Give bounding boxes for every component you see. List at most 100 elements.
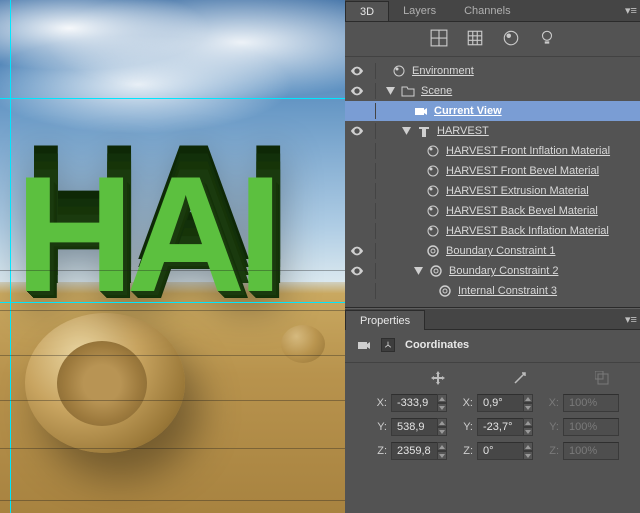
environment-icon (392, 64, 406, 78)
tab-layers[interactable]: Layers (389, 1, 450, 20)
visibility-toggle[interactable] (349, 83, 365, 99)
visibility-toggle[interactable] (349, 123, 365, 139)
axis-label-x: X: (451, 397, 473, 409)
tree-item-constraint[interactable]: Internal Constraint 3 (345, 281, 640, 301)
scale-x-field: 100% (563, 394, 619, 412)
grid-line (0, 400, 345, 401)
disclosure-triangle[interactable] (414, 267, 423, 276)
move-icon (431, 371, 445, 385)
axis-label-z: Z: (365, 445, 387, 457)
text-mesh-icon (417, 124, 431, 138)
guide-vertical[interactable] (10, 0, 11, 513)
camera-icon (414, 104, 428, 118)
stepper-up[interactable] (437, 418, 447, 427)
tree-label: Environment (412, 65, 474, 77)
grid-line (0, 355, 345, 356)
grid-line (0, 270, 345, 271)
tree-label: Boundary Constraint 1 (446, 245, 555, 257)
material-icon (426, 204, 440, 218)
visibility-toggle[interactable] (349, 63, 365, 79)
tree-item-scene[interactable]: Scene (345, 81, 640, 101)
stepper-down[interactable] (437, 451, 447, 460)
axis-label-y: Y: (451, 421, 473, 433)
stepper-down[interactable] (523, 403, 533, 412)
guide-horizontal[interactable] (0, 98, 345, 99)
grid-line (0, 310, 345, 311)
panel-tabs: 3D Layers Channels ▾≡ (345, 0, 640, 22)
filter-scene-icon[interactable] (430, 30, 448, 46)
tab-channels[interactable]: Channels (450, 1, 524, 20)
3d-text-object[interactable]: HAI (15, 140, 275, 329)
visibility-toggle[interactable] (349, 243, 365, 259)
coord-column-icons (345, 363, 640, 389)
visibility-toggle[interactable] (349, 103, 365, 119)
tab-properties[interactable]: Properties (345, 310, 425, 330)
tree-item-material[interactable]: HARVEST Extrusion Material (345, 181, 640, 201)
hay-bale-small (281, 325, 325, 363)
stepper-up[interactable] (437, 394, 447, 403)
material-icon (426, 184, 440, 198)
stepper-down[interactable] (437, 427, 447, 436)
stepper-down[interactable] (437, 403, 447, 412)
rotate-icon (513, 371, 527, 385)
panel-menu-icon[interactable]: ▾≡ (622, 313, 640, 326)
axis-label-x: X: (365, 397, 387, 409)
rotation-y-field[interactable]: -23,7° (477, 418, 533, 436)
document-canvas[interactable]: HAI (0, 0, 345, 513)
material-icon (426, 144, 440, 158)
filter-materials-icon[interactable] (502, 30, 520, 46)
tree-item-environment[interactable]: Environment (345, 61, 640, 81)
axis-label-z: Z: (537, 445, 559, 457)
tree-item-constraint[interactable]: Boundary Constraint 1 (345, 241, 640, 261)
panels-column: 3D Layers Channels ▾≡ Environment Scene … (345, 0, 640, 513)
tree-item-material[interactable]: HARVEST Back Inflation Material (345, 221, 640, 241)
scale-icon (595, 371, 609, 385)
grid-line (0, 500, 345, 501)
coordinates-icon[interactable] (381, 338, 395, 352)
filter-meshes-icon[interactable] (466, 30, 484, 46)
disclosure-triangle[interactable] (386, 87, 395, 96)
stepper-up[interactable] (437, 442, 447, 451)
tree-item-harvest[interactable]: HARVEST (345, 121, 640, 141)
position-y-field[interactable]: 538,9 (391, 418, 447, 436)
disclosure-triangle[interactable] (402, 127, 411, 136)
position-x-field[interactable]: -333,9 (391, 394, 447, 412)
tree-label: HARVEST Front Inflation Material (446, 145, 610, 157)
rotation-x-field[interactable]: 0,9° (477, 394, 533, 412)
properties-section-header: Coordinates (345, 330, 640, 363)
panel-tabs: Properties ▾≡ (345, 308, 640, 330)
stepper-up[interactable] (523, 394, 533, 403)
stepper-up[interactable] (523, 418, 533, 427)
visibility-toggle[interactable] (349, 263, 365, 279)
tree-label: Scene (421, 85, 452, 97)
scale-z-field: 100% (563, 442, 619, 460)
tab-3d[interactable]: 3D (345, 1, 389, 21)
tree-label: Boundary Constraint 2 (449, 265, 558, 277)
stepper-down[interactable] (523, 427, 533, 436)
axis-label-y: Y: (365, 421, 387, 433)
tree-item-constraint[interactable]: Boundary Constraint 2 (345, 261, 640, 281)
tree-label: HARVEST Back Bevel Material (446, 205, 598, 217)
material-icon (426, 224, 440, 238)
3d-scene-tree: Environment Scene Current View HARVEST H… (345, 57, 640, 308)
panel-menu-icon[interactable]: ▾≡ (622, 4, 640, 17)
axis-label-x: X: (537, 397, 559, 409)
stepper-up[interactable] (523, 442, 533, 451)
camera-icon (357, 338, 371, 352)
rotation-z-field[interactable]: 0° (477, 442, 533, 460)
tree-item-material[interactable]: HARVEST Front Bevel Material (345, 161, 640, 181)
constraint-icon (438, 284, 452, 298)
filter-lights-icon[interactable] (538, 30, 556, 46)
folder-icon (401, 84, 415, 98)
position-z-field[interactable]: 2359,8 (391, 442, 447, 460)
tree-item-current-view[interactable]: Current View (345, 101, 640, 121)
tree-label: HARVEST Back Inflation Material (446, 225, 609, 237)
guide-horizontal[interactable] (0, 302, 345, 303)
tree-label: HARVEST (437, 125, 489, 137)
tree-label: HARVEST Extrusion Material (446, 185, 589, 197)
stepper-down[interactable] (523, 451, 533, 460)
tree-item-material[interactable]: HARVEST Front Inflation Material (345, 141, 640, 161)
3d-filter-toolbar (345, 22, 640, 57)
tree-item-material[interactable]: HARVEST Back Bevel Material (345, 201, 640, 221)
grid-line (0, 448, 345, 449)
